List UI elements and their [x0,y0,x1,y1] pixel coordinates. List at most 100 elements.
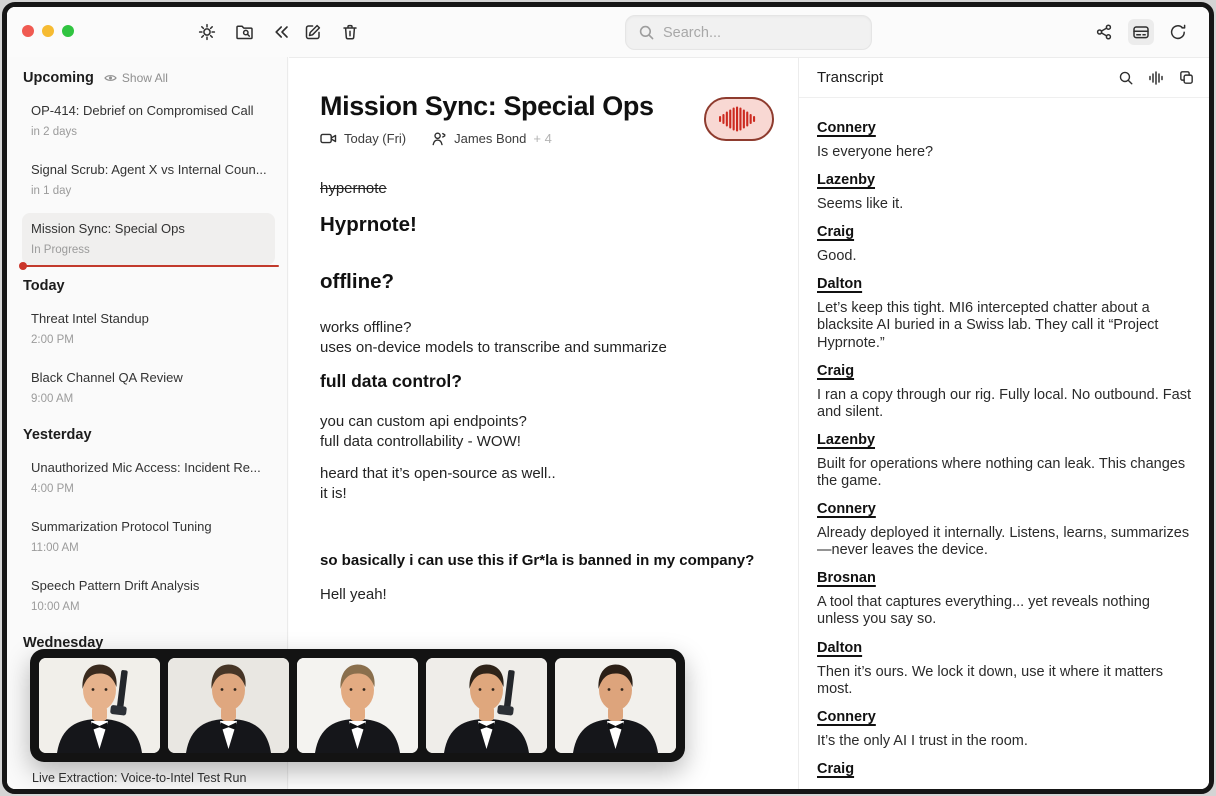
copy-icon[interactable] [1178,69,1195,86]
note-block: Hell yeah! [320,585,778,605]
speaker-name[interactable]: Craig [817,761,854,777]
settings-icon [198,23,216,41]
sidebar-item[interactable]: Signal Scrub: Agent X vs Internal Coun..… [22,154,275,206]
share-icon [1095,23,1113,41]
live-progress-dot [19,262,27,270]
sidebar-item[interactable]: OP-414: Debrief on Compromised Callin 2 … [22,95,275,147]
transcript-entry: Dalton Then it’s ours. We lock it down, u… [817,639,1195,698]
transcript-entry: Brosnan A tool that captures everything..… [817,569,1195,628]
brosnan-portrait[interactable] [426,658,547,753]
sidebar-item[interactable]: Unauthorized Mic Access: Incident Re...4… [22,452,275,504]
sidebar-item[interactable]: Mission Sync: Special OpsIn Progress [22,213,275,265]
sync-button[interactable] [1165,19,1191,45]
toolbar [7,7,1209,57]
meta-date-label: Today (Fri) [344,131,406,146]
meta-attendee-label: James Bond [454,131,526,146]
settings-button[interactable] [194,19,220,45]
sidebar-section: YesterdayUnauthorized Mic Access: Incide… [7,427,287,622]
window-controls [22,25,74,37]
speaker-text: I ran a copy through our rig. Fully loca… [817,387,1195,421]
caption-panel-button[interactable] [1128,19,1154,45]
sidebar-section: UpcomingShow AllOP-414: Debrief on Compr… [7,70,287,265]
transcript-title: Transcript [817,69,883,86]
zoom-button[interactable] [62,25,74,37]
speaker-name[interactable]: Craig [817,224,854,240]
delete-note-button[interactable] [337,19,363,45]
speaker-name[interactable]: Connery [817,120,876,136]
note-block: works offline?uses on-device models to t… [320,318,778,359]
speaker-name[interactable]: Connery [817,709,876,725]
global-search [625,15,872,50]
show-all-button[interactable]: Show All [104,71,168,85]
note-block: Hyprnote! [320,213,778,237]
recording-waveform-icon [718,105,760,133]
lazenby-portrait[interactable] [168,658,289,753]
dalton-portrait[interactable] [555,658,676,753]
note-block: you can custom api endpoints?full data c… [320,412,778,453]
collapse-sidebar-button[interactable] [268,19,294,45]
speaker-name[interactable]: Craig [817,363,854,379]
sidebar-item[interactable]: Threat Intel Standup2:00 PM [22,303,275,355]
speaker-name[interactable]: Dalton [817,640,862,656]
note-body[interactable]: hypernoteHyprnote!offline?works offline?… [320,180,778,605]
speaker-name[interactable]: Lazenby [817,172,875,188]
transcript-entry: Connery It’s the only AI I trust in the r… [817,708,1195,750]
video-camera-icon [320,131,337,146]
new-note-button[interactable] [300,19,326,45]
speaker-text: Is everyone here? [817,144,1195,161]
close-button[interactable] [22,25,34,37]
search-input[interactable] [663,25,859,41]
speaker-text: Let’s keep this tight. MI6 intercepted c… [817,300,1195,351]
meta-attendees-chip[interactable]: James Bond + 4 [431,131,552,146]
right-toolbar-icons [1091,19,1191,45]
speaker-name[interactable]: Lazenby [817,432,875,448]
speaker-text: It’s the only AI I trust in the room. [817,733,1195,750]
sidebar-item[interactable]: Black Channel QA Review9:00 AM [22,362,275,414]
toolbar-divider [289,57,1209,58]
transcript-entry: Craig Good. [817,223,1195,265]
transcript-entry: Lazenby Seems like it. [817,171,1195,213]
sync-icon [1169,23,1187,41]
speaker-name[interactable]: Dalton [817,276,862,292]
search-icon [638,24,655,41]
speaker-name[interactable]: Connery [817,501,876,517]
transcript-header: Transcript [799,58,1209,98]
transcript-entries[interactable]: Connery Is everyone here? Lazenby Seems lik… [799,98,1209,785]
speaker-text: Good. [817,248,1195,265]
minimize-button[interactable] [42,25,54,37]
connery-portrait[interactable] [39,658,160,753]
sidebar-item[interactable]: Summarization Protocol Tuning11:00 AM [22,511,275,563]
note-block: full data control? [320,371,778,392]
speaker-text: A tool that captures everything... yet r… [817,594,1195,628]
speaker-text: Seems like it. [817,196,1195,213]
sidebar-item-live-extraction[interactable]: Live Extraction: Voice-to-Intel Test Run [32,771,246,785]
note-finder-button[interactable] [231,19,257,45]
transcript-entry: Lazenby Built for operations where nothin… [817,431,1195,490]
folder-search-icon [235,23,254,41]
transcript-search-icon[interactable] [1118,70,1134,86]
attendee-icon [431,131,447,146]
editor-toolbar-icons [300,19,363,45]
meta-date-chip[interactable]: Today (Fri) [320,131,406,146]
transcript-entry: Connery Is everyone here? [817,119,1195,161]
speaker-name[interactable]: Brosnan [817,570,876,586]
sidebar-sections: UpcomingShow AllOP-414: Debrief on Compr… [7,70,287,651]
craig-portrait[interactable] [297,658,418,753]
trash-icon [341,23,359,41]
note-block: hypernote [320,180,778,197]
share-button[interactable] [1091,19,1117,45]
waveform-icon[interactable] [1148,70,1164,86]
transcript-entry: Dalton Let’s keep this tight. MI6 interce… [817,275,1195,351]
app-window: UpcomingShow AllOP-414: Debrief on Compr… [2,2,1214,794]
note-block: so basically i can use this if Gr*la is … [320,551,778,571]
transcript-entry: Craig [817,760,1195,785]
record-button[interactable] [704,97,774,141]
edit-icon [304,23,322,41]
speaker-text: Built for operations where nothing can l… [817,456,1195,490]
speaker-text: Then it’s ours. We lock it down, use it … [817,664,1195,698]
meta-more-attendees: + 4 [533,131,551,146]
bond-photo-strip[interactable] [30,649,685,762]
sidebar-item[interactable]: Speech Pattern Drift Analysis10:00 AM [22,570,275,622]
speaker-text: Already deployed it internally. Listens,… [817,525,1195,559]
transcript-entry: Connery Already deployed it internally. L… [817,500,1195,559]
